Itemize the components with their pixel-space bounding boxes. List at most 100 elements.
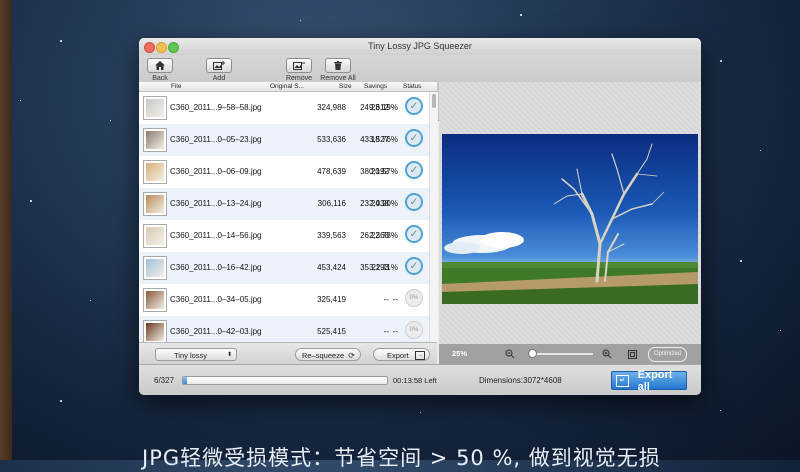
thumbnail-image [146,195,164,213]
add-image-icon [213,61,225,70]
thumbnail-image [146,259,164,277]
table-row[interactable]: C360_2011...0–14–56.jpg 339,563 262,368 22.… [139,220,429,252]
savings: 20.57% [370,167,398,176]
add-button[interactable]: Add [198,58,240,82]
pending-status: 0% [405,321,423,339]
refresh-icon: ⟳ [348,351,355,360]
original-size: 324,988 [317,103,346,112]
done-check-icon: ✓ [405,129,423,147]
table-row[interactable]: C360_2011...0–05–23.jpg 533,636 433,527 18.… [139,124,429,156]
col-size[interactable]: Size [339,82,352,91]
file-thumbnail [143,320,167,344]
export-all-icon: ↵ [616,374,629,387]
file-thumbnail [143,288,167,312]
savings: 18.76% [370,135,398,144]
zoom-button[interactable] [168,42,179,53]
close-button[interactable] [144,42,155,53]
file-name: C360_2011...0–13–24.jpg [170,199,262,208]
fit-icon[interactable] [628,350,637,359]
col-file[interactable]: File [171,82,181,91]
thumbnail-image [146,323,164,341]
minimize-button[interactable] [156,42,167,53]
done-check-icon: ✓ [405,225,423,243]
table-row[interactable]: C360_2011...0–06–09.jpg 478,639 380,192 20.… [139,156,429,188]
resqueeze-label: Re–squeeze [302,351,345,360]
original-size: 453,424 [317,263,346,272]
savings: 22.11% [371,263,398,272]
back-button[interactable]: Back [139,58,181,82]
progress-bar [182,376,388,385]
col-original-size[interactable]: Original S... [270,82,304,91]
title-bar: Tiny Lossy JPG Squeezer [139,38,701,55]
file-thumbnail [143,128,167,152]
file-name: C360_2011...0–16–42.jpg [170,263,262,272]
export-button[interactable]: Export → [373,348,430,361]
status-bar: 6/327 00:13:58 Left Dimensions:3072*4608… [139,364,701,395]
remove-all-label: Remove All [320,75,356,82]
mode-select-value: Tiny lossy [174,351,208,360]
zoom-level: 25% [452,349,468,358]
export-all-label: Export all [637,368,673,393]
promo-caption: JPG轻微受损模式：节省空间 > 50 %, 做到视觉无损 [142,446,661,470]
file-name: C360_2011...0–34–05.jpg [170,295,262,304]
zoom-slider-track[interactable] [529,353,593,355]
table-row[interactable]: C360_2011...0–13–24.jpg 306,116 232,038 24.… [139,188,429,220]
export-label: Export [387,351,409,360]
preview-image[interactable] [442,134,698,304]
pending-status: 0% [405,289,423,307]
zoom-slider-knob[interactable] [528,349,538,358]
column-header: File Original S... Size Savings Status [139,82,437,92]
done-check-icon: ✓ [405,193,423,211]
col-status[interactable]: Status [403,82,421,91]
thumbnail-image [146,131,164,149]
mode-select[interactable]: Tiny lossy ⬍ [155,348,237,361]
progress-fill [183,377,188,384]
export-icon: → [415,351,425,360]
done-check-icon: ✓ [405,97,423,115]
col-savings[interactable]: Savings [364,82,387,91]
back-label: Back [152,75,168,82]
original-size: 478,639 [317,167,346,176]
file-thumbnail [143,96,167,120]
savings: -- [392,295,398,304]
original-size: 339,563 [317,231,346,240]
table-row[interactable]: C360_2011...0–16–42.jpg 453,424 353,193 22.… [139,252,429,284]
resqueeze-button[interactable]: Re–squeeze ⟳ [295,348,361,361]
done-check-icon: ✓ [405,161,423,179]
optimized-badge: Optimized [648,347,688,362]
list-bottom-bar: Tiny lossy ⬍ Re–squeeze ⟳ Export → [139,342,437,365]
desktop-edge [0,0,12,460]
time-left: 00:13:58 Left [393,376,437,385]
savings: 24.20% [370,199,398,208]
thumbnail-image [146,227,164,245]
savings: 23.19% [370,103,398,112]
file-thumbnail [143,224,167,248]
file-name: C360_2011...0–05–23.jpg [170,135,262,144]
file-name: C360_2011...9–58–58.jpg [170,103,262,112]
file-thumbnail [143,160,167,184]
remove-all-button[interactable]: Remove All [317,58,359,82]
thumbnail-image [146,291,164,309]
preview-pane: 25% Optimized [439,82,701,364]
window-title: Tiny Lossy JPG Squeezer [368,41,472,51]
table-row[interactable]: C360_2011...0–34–05.jpg 325,419 -- -- 0% [139,284,429,316]
remove-button[interactable]: Remove [278,58,320,82]
savings: 22.73% [370,231,398,240]
dimensions-label: Dimensions:3072*4608 [479,376,562,385]
file-rows: C360_2011...9–58–58.jpg 324,988 249,612 23.… [139,92,429,348]
original-size: 306,116 [317,199,346,208]
thumbnail-image [146,163,164,181]
app-window: Tiny Lossy JPG Squeezer Back Add Remove … [139,38,701,395]
original-size: 533,636 [317,135,346,144]
remove-image-icon [293,62,305,70]
zoom-in-icon[interactable] [602,349,612,359]
export-all-button[interactable]: ↵ Export all [611,368,687,393]
file-thumbnail [143,256,167,280]
zoom-out-icon[interactable] [505,349,515,359]
progress-count: 6/327 [154,376,175,385]
list-scrollbar[interactable] [429,92,438,342]
table-row[interactable]: C360_2011...9–58–58.jpg 324,988 249,612 23.… [139,92,429,124]
file-list: File Original S... Size Savings Status C… [139,82,438,348]
done-check-icon: ✓ [405,257,423,275]
add-label: Add [212,75,226,82]
